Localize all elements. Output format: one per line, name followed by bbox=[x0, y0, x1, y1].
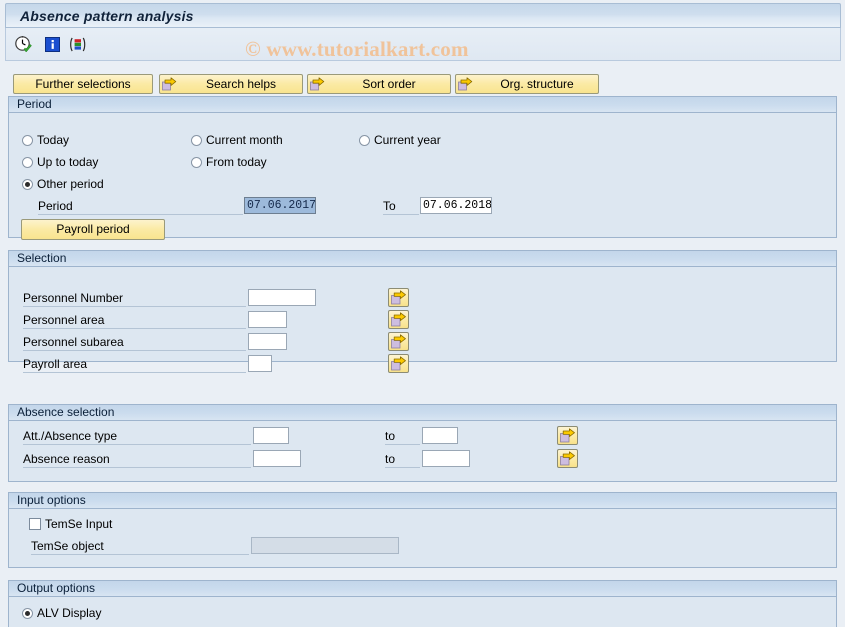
label-underline bbox=[383, 214, 419, 215]
yellow-arrow-icon bbox=[162, 77, 177, 91]
output-options-panel: Output options ALV Display bbox=[8, 580, 837, 627]
temse-object-input[interactable] bbox=[251, 537, 399, 554]
period-from-input[interactable]: 07.06.2017 bbox=[244, 197, 316, 214]
absence-reason-to-label: to bbox=[385, 452, 396, 466]
yellow-arrow-icon bbox=[458, 77, 473, 91]
radio-up-to-today[interactable]: Up to today bbox=[22, 155, 98, 169]
period-field-label: Period bbox=[38, 199, 73, 213]
label-underline bbox=[38, 214, 243, 215]
temse-input-label: TemSe Input bbox=[45, 517, 113, 531]
absence-reason-label: Absence reason bbox=[23, 452, 110, 466]
radio-from-today[interactable]: From today bbox=[191, 155, 267, 169]
label-underline bbox=[23, 350, 246, 351]
absence-type-to-input[interactable] bbox=[422, 427, 458, 444]
absence-reason-to-input[interactable] bbox=[422, 450, 470, 467]
page-title: Absence pattern analysis bbox=[20, 8, 194, 24]
temse-object-label: TemSe object bbox=[31, 539, 104, 553]
radio-indicator bbox=[359, 134, 370, 146]
radio-alv-display[interactable]: ALV Display bbox=[22, 606, 101, 620]
selection-panel-body: Personnel Number Personnel area Personne… bbox=[9, 267, 836, 373]
personnel-subarea-input[interactable] bbox=[248, 333, 287, 350]
org-structure-button[interactable]: Org. structure bbox=[455, 74, 599, 94]
radio-indicator bbox=[22, 607, 33, 619]
radio-label: Up to today bbox=[37, 155, 99, 169]
personnel-number-label: Personnel Number bbox=[23, 291, 124, 305]
personnel-area-label: Personnel area bbox=[23, 313, 105, 327]
personnel-area-input[interactable] bbox=[248, 311, 287, 328]
variants-icon[interactable] bbox=[68, 35, 88, 54]
radio-indicator bbox=[22, 134, 33, 146]
radio-current-month[interactable]: Current month bbox=[191, 133, 283, 147]
absence-selection-panel-header: Absence selection bbox=[9, 405, 836, 421]
radio-indicator bbox=[191, 134, 202, 146]
payroll-area-label: Payroll area bbox=[23, 357, 88, 371]
output-options-panel-body: ALV Display bbox=[9, 597, 836, 627]
period-to-input[interactable]: 07.06.2018 bbox=[420, 197, 492, 214]
search-helps-label: Search helps bbox=[205, 77, 277, 91]
selection-panel: Selection Personnel Number Personnel are… bbox=[8, 250, 837, 373]
absence-type-multi-select-button[interactable] bbox=[557, 426, 578, 445]
selection-button-row: Further selections Search helps Sort ord… bbox=[6, 74, 841, 95]
personnel-subarea-multi-select-button[interactable] bbox=[388, 332, 409, 351]
payroll-area-input[interactable] bbox=[248, 355, 272, 372]
search-helps-button[interactable]: Search helps bbox=[159, 74, 303, 94]
radio-label: Current year bbox=[374, 133, 441, 147]
execute-clock-icon[interactable] bbox=[14, 35, 34, 54]
sort-order-button[interactable]: Sort order bbox=[307, 74, 451, 94]
sort-order-label: Sort order bbox=[362, 77, 416, 91]
personnel-subarea-label: Personnel subarea bbox=[23, 335, 124, 349]
personnel-number-multi-select-button[interactable] bbox=[388, 288, 409, 307]
yellow-arrow-icon bbox=[310, 77, 325, 91]
info-icon[interactable] bbox=[43, 35, 63, 54]
selection-panel-header: Selection bbox=[9, 251, 836, 267]
absence-selection-panel: Absence selection Att./Absence type to A… bbox=[8, 404, 837, 482]
label-underline bbox=[385, 467, 420, 468]
radio-label: Current month bbox=[206, 133, 283, 147]
payroll-period-button[interactable]: Payroll period bbox=[21, 219, 165, 240]
label-underline bbox=[23, 444, 251, 445]
radio-label: Today bbox=[37, 133, 70, 147]
radio-indicator bbox=[191, 156, 202, 168]
input-options-panel-header: Input options bbox=[9, 493, 836, 509]
output-options-panel-header: Output options bbox=[9, 581, 836, 597]
absence-reason-from-input[interactable] bbox=[253, 450, 301, 467]
further-selections-button[interactable]: Further selections bbox=[13, 74, 153, 94]
org-structure-label: Org. structure bbox=[500, 77, 574, 91]
checkbox-indicator bbox=[29, 518, 41, 530]
period-panel-header: Period bbox=[9, 97, 836, 113]
label-underline bbox=[23, 328, 246, 329]
absence-reason-multi-select-button[interactable] bbox=[557, 449, 578, 468]
radio-indicator bbox=[22, 178, 33, 190]
radio-today[interactable]: Today bbox=[22, 133, 69, 147]
label-underline bbox=[23, 372, 246, 373]
period-panel-body: Today Current month Current year Up to t… bbox=[9, 113, 836, 240]
label-underline bbox=[23, 306, 246, 307]
absence-selection-panel-body: Att./Absence type to Absence reason to bbox=[9, 421, 836, 481]
window-title-bar: Absence pattern analysis bbox=[5, 3, 841, 28]
application-toolbar bbox=[5, 28, 841, 61]
absence-type-from-input[interactable] bbox=[253, 427, 289, 444]
input-options-panel: Input options TemSe Input TemSe object bbox=[8, 492, 837, 568]
radio-label: Other period bbox=[37, 177, 104, 191]
absence-type-label: Att./Absence type bbox=[23, 429, 118, 443]
radio-label: From today bbox=[206, 155, 267, 169]
payroll-area-multi-select-button[interactable] bbox=[388, 354, 409, 373]
period-panel: Period Today Current month Current year … bbox=[8, 96, 837, 240]
radio-other-period[interactable]: Other period bbox=[22, 177, 104, 191]
label-underline bbox=[31, 554, 249, 555]
input-options-panel-body: TemSe Input TemSe object bbox=[9, 509, 836, 567]
personnel-area-multi-select-button[interactable] bbox=[388, 310, 409, 329]
radio-indicator bbox=[22, 156, 33, 168]
period-to-label: To bbox=[383, 199, 396, 213]
personnel-number-input[interactable] bbox=[248, 289, 316, 306]
label-underline bbox=[385, 444, 420, 445]
radio-label: ALV Display bbox=[37, 606, 102, 620]
absence-type-to-label: to bbox=[385, 429, 396, 443]
radio-current-year[interactable]: Current year bbox=[359, 133, 441, 147]
label-underline bbox=[23, 467, 251, 468]
temse-input-checkbox[interactable]: TemSe Input bbox=[29, 517, 112, 531]
